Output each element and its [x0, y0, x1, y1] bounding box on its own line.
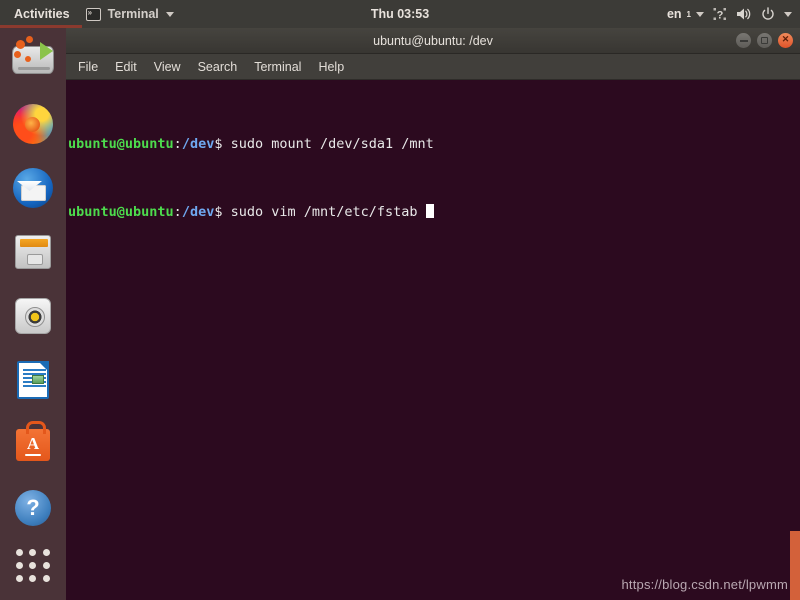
accessibility-icon[interactable]: ?: [713, 7, 727, 21]
terminal-line: ubuntu@ubuntu:/dev$ sudo vim /mnt/etc/fs…: [68, 204, 800, 221]
chevron-down-icon: [696, 11, 704, 17]
app-menu-terminal[interactable]: Terminal: [85, 6, 174, 21]
maximize-icon: [761, 37, 768, 44]
menu-search[interactable]: Search: [198, 60, 238, 74]
dock-item-rhythmbox[interactable]: [9, 292, 57, 340]
svg-text:?: ?: [717, 10, 724, 22]
close-button[interactable]: ✕: [778, 33, 793, 48]
gnome-top-bar: Activities Terminal Thu 03:53 en 1 ?: [0, 0, 800, 28]
menu-terminal[interactable]: Terminal: [254, 60, 301, 74]
close-icon: ✕: [781, 34, 790, 44]
clock[interactable]: Thu 03:53: [371, 7, 429, 21]
volume-icon[interactable]: [736, 7, 752, 21]
text-cursor: [425, 204, 434, 218]
power-icon[interactable]: [761, 7, 775, 21]
dock-item-install-ubuntu[interactable]: [9, 36, 57, 84]
terminal-scrollbar[interactable]: [790, 531, 800, 600]
command-text: sudo mount /dev/sda1 /mnt: [222, 136, 434, 152]
menu-file[interactable]: File: [78, 60, 98, 74]
dock-item-files[interactable]: [9, 228, 57, 276]
minimize-icon: [739, 39, 748, 42]
shopping-bag-a-icon: A: [16, 421, 50, 461]
watermark-text: https://blog.csdn.net/lpwmm: [621, 577, 788, 592]
keyboard-layout-label: en: [666, 7, 682, 21]
dock-item-ubuntu-software[interactable]: A: [9, 420, 57, 468]
speaker-icon: [15, 298, 51, 334]
prompt-separator: :: [173, 136, 182, 152]
dock-item-libreoffice-writer[interactable]: [9, 356, 57, 404]
firefox-icon: [13, 104, 53, 144]
terminal-viewport[interactable]: ubuntu@ubuntu:/dev$ sudo mount /dev/sda1…: [66, 81, 800, 600]
maximize-button[interactable]: [757, 33, 772, 48]
prompt-path: /dev: [181, 204, 215, 220]
menu-edit[interactable]: Edit: [115, 60, 137, 74]
ubuntu-dock: A ?: [0, 28, 66, 600]
show-applications-button[interactable]: [16, 549, 50, 582]
software-letter-a: A: [16, 435, 50, 456]
terminal-line: ubuntu@ubuntu:/dev$ sudo mount /dev/sda1…: [68, 136, 800, 153]
app-menu-label: Terminal: [107, 7, 159, 21]
install-arrow-icon: [40, 42, 53, 60]
prompt-separator: :: [173, 204, 182, 220]
terminal-menubar: File Edit View Search Terminal Help: [66, 54, 800, 80]
window-titlebar[interactable]: ubuntu@ubuntu: /dev ✕: [66, 28, 800, 54]
window-controls: ✕: [736, 33, 793, 48]
keyboard-layout-variant: 1: [686, 9, 691, 19]
keyboard-layout-indicator[interactable]: en 1: [667, 7, 704, 21]
document-icon: [17, 361, 49, 399]
menu-view[interactable]: View: [154, 60, 181, 74]
prompt-user: ubuntu@ubuntu: [68, 204, 174, 220]
chevron-down-icon[interactable]: [784, 11, 792, 17]
terminal-icon: [85, 6, 101, 21]
menu-help[interactable]: Help: [318, 60, 344, 74]
dock-item-help[interactable]: ?: [9, 484, 57, 532]
terminal-window: ubuntu@ubuntu: /dev ✕ File Edit View Sea…: [66, 28, 800, 600]
document-image-thumb: [32, 375, 44, 384]
minimize-button[interactable]: [736, 33, 751, 48]
terminal-output: ubuntu@ubuntu:/dev$ sudo mount /dev/sda1…: [66, 81, 800, 272]
system-status-area[interactable]: en 1 ?: [667, 7, 792, 21]
activities-button[interactable]: Activities: [0, 0, 82, 28]
chevron-down-icon: [165, 11, 174, 17]
window-title: ubuntu@ubuntu: /dev: [373, 33, 493, 48]
dock-item-thunderbird[interactable]: [9, 164, 57, 212]
prompt-path: /dev: [181, 136, 215, 152]
question-mark-icon: ?: [15, 490, 51, 526]
prompt-user: ubuntu@ubuntu: [68, 136, 174, 152]
command-text: sudo vim /mnt/etc/fstab: [222, 204, 426, 220]
dock-item-firefox[interactable]: [9, 100, 57, 148]
file-cabinet-icon: [15, 235, 51, 269]
activities-label: Activities: [14, 7, 70, 21]
